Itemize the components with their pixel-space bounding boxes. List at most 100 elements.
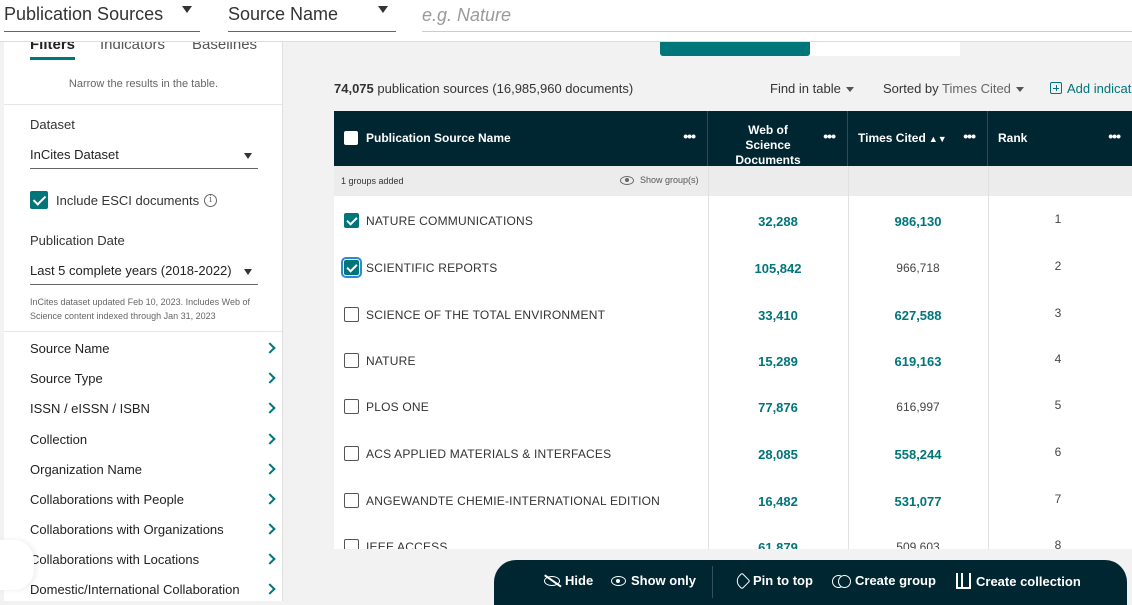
row-checkbox[interactable] — [344, 307, 359, 322]
wos-documents-link[interactable]: 61,879 — [708, 540, 848, 549]
table-row: IEEE ACCESS 61,879 509,603 8 — [334, 523, 1132, 549]
row-checkbox[interactable] — [344, 493, 359, 508]
hide-button[interactable]: Hide — [544, 573, 593, 588]
row-checkbox[interactable] — [344, 399, 359, 414]
pin-label: Pin to top — [753, 573, 813, 588]
wos-documents-link[interactable]: 105,842 — [708, 261, 848, 276]
more-options-icon[interactable]: ••• — [683, 128, 696, 144]
add-indicators-label: Add indicat — [1067, 81, 1132, 96]
pubdate-select[interactable]: Last 5 complete years (2018-2022) — [30, 263, 258, 285]
dataset-select-value: InCites Dataset — [30, 147, 119, 162]
esci-checkbox-row[interactable]: Include ESCI documents i — [30, 191, 218, 209]
create-group-button[interactable]: Create group — [832, 573, 936, 588]
wos-documents-link[interactable]: 32,288 — [708, 214, 848, 229]
rank-value: 8 — [1054, 538, 1062, 549]
collapse-handle[interactable] — [0, 540, 34, 590]
more-options-icon[interactable]: ••• — [1108, 128, 1121, 144]
column-header-label: Times Cited — [858, 131, 926, 145]
show-groups-button[interactable]: Show group(s) — [620, 175, 699, 185]
times-cited-link[interactable]: 531,077 — [848, 494, 988, 509]
filter-collab-locations[interactable]: Collaborations with Locations — [30, 552, 278, 572]
collection-icon — [956, 573, 971, 589]
rank-value: 4 — [1054, 352, 1062, 366]
add-indicators-button[interactable]: Add indicat — [1050, 81, 1131, 96]
filter-issn[interactable]: ISSN / eISSN / ISBN — [30, 401, 278, 421]
column-header-wos-docs[interactable]: Web of Science Documents ••• — [708, 111, 848, 167]
group-icon — [832, 574, 851, 588]
rank-value: 6 — [1054, 445, 1062, 459]
pin-to-top-button[interactable]: Pin to top — [733, 572, 813, 589]
create-group-label: Create group — [855, 573, 936, 588]
times-cited-link[interactable]: 558,244 — [848, 447, 988, 462]
table-row: ACS APPLIED MATERIALS & INTERFACES 28,08… — [334, 430, 1132, 476]
category-select[interactable]: Publication Sources — [4, 0, 200, 32]
rank-value: 2 — [1054, 259, 1062, 273]
filter-label: Collaborations with Locations — [30, 552, 200, 567]
rank-value: 3 — [1054, 306, 1062, 320]
search-input[interactable] — [422, 0, 1132, 32]
wos-documents-link[interactable]: 28,085 — [708, 447, 848, 462]
chevron-right-icon — [264, 493, 276, 505]
tab-baselines[interactable]: Baselines — [192, 42, 257, 53]
pin-icon — [733, 572, 751, 589]
row-checkbox[interactable] — [344, 353, 359, 368]
more-options-icon[interactable]: ••• — [823, 128, 836, 144]
divider — [4, 331, 282, 332]
show-only-label: Show only — [631, 573, 696, 588]
tab-visual-view[interactable] — [810, 40, 960, 56]
source-name: IEEE ACCESS — [366, 540, 448, 549]
filter-collab-organizations[interactable]: Collaborations with Organizations — [30, 522, 278, 542]
times-cited-link[interactable]: 619,163 — [848, 354, 988, 369]
rank-value: 1 — [1054, 212, 1062, 226]
column-header-rank[interactable]: Rank ••• — [988, 111, 1132, 166]
field-select[interactable]: Source Name — [228, 0, 396, 32]
column-header-label: Publication Source Name — [366, 131, 511, 145]
filter-organization-name[interactable]: Organization Name — [30, 462, 278, 482]
times-cited-link[interactable]: 627,588 — [848, 308, 988, 323]
chevron-right-icon — [264, 433, 276, 445]
column-header-times-cited[interactable]: Times Cited ▲▼ ••• — [848, 111, 988, 166]
filter-collab-people[interactable]: Collaborations with People — [30, 492, 278, 512]
times-cited-link[interactable]: 986,130 — [848, 214, 988, 229]
wos-documents-link[interactable]: 33,410 — [708, 308, 848, 323]
tab-indicators[interactable]: Indicators — [100, 42, 165, 53]
filter-domestic-international[interactable]: Domestic/International Collaboration — [30, 582, 278, 601]
more-options-icon[interactable]: ••• — [963, 128, 976, 144]
source-name: SCIENTIFIC REPORTS — [366, 261, 498, 275]
wos-documents-link[interactable]: 16,482 — [708, 494, 848, 509]
field-select-value: Source Name — [228, 4, 339, 24]
dataset-select[interactable]: InCites Dataset — [30, 147, 258, 169]
row-checkbox[interactable] — [341, 257, 362, 278]
show-groups-label: Show group(s) — [640, 175, 699, 185]
main-content: 74,075 publication sources (16,985,960 d… — [284, 40, 1132, 601]
hide-label: Hide — [565, 573, 594, 588]
row-checkbox[interactable] — [344, 539, 359, 549]
esci-checkbox[interactable] — [30, 191, 48, 209]
sort-dropdown[interactable]: Sorted by Times Cited — [883, 81, 1024, 96]
tab-table-view[interactable] — [660, 40, 810, 56]
pubdate-select-value: Last 5 complete years (2018-2022) — [30, 263, 232, 278]
source-name: ANGEWANDTE CHEMIE-INTERNATIONAL EDITION — [366, 494, 661, 508]
source-name: NATURE — [366, 354, 416, 368]
select-all-checkbox[interactable] — [344, 131, 358, 145]
show-only-button[interactable]: Show only — [611, 573, 696, 588]
info-icon[interactable]: i — [204, 193, 218, 207]
wos-documents-link[interactable]: 77,876 — [708, 400, 848, 415]
chevron-right-icon — [264, 372, 276, 384]
filter-source-name[interactable]: Source Name — [30, 341, 278, 361]
row-checkbox[interactable] — [344, 446, 359, 461]
sort-icon[interactable]: ▲▼ — [929, 134, 947, 144]
tab-filters[interactable]: Filters — [30, 42, 76, 60]
create-collection-button[interactable]: Create collection — [956, 573, 1081, 589]
table-row: PLOS ONE 77,876 616,997 5 — [334, 383, 1132, 429]
find-in-table-button[interactable]: Find in table — [770, 81, 854, 96]
column-header-name[interactable]: Publication Source Name ••• — [334, 111, 708, 166]
filter-label: Source Name — [30, 341, 110, 356]
row-checkbox[interactable] — [344, 213, 359, 228]
dataset-label: Dataset — [30, 117, 75, 132]
filter-source-type[interactable]: Source Type — [30, 371, 278, 391]
filter-collection[interactable]: Collection — [30, 432, 278, 452]
chevron-down-icon — [244, 269, 252, 275]
wos-documents-link[interactable]: 15,289 — [708, 354, 848, 369]
source-name: PLOS ONE — [366, 400, 429, 414]
